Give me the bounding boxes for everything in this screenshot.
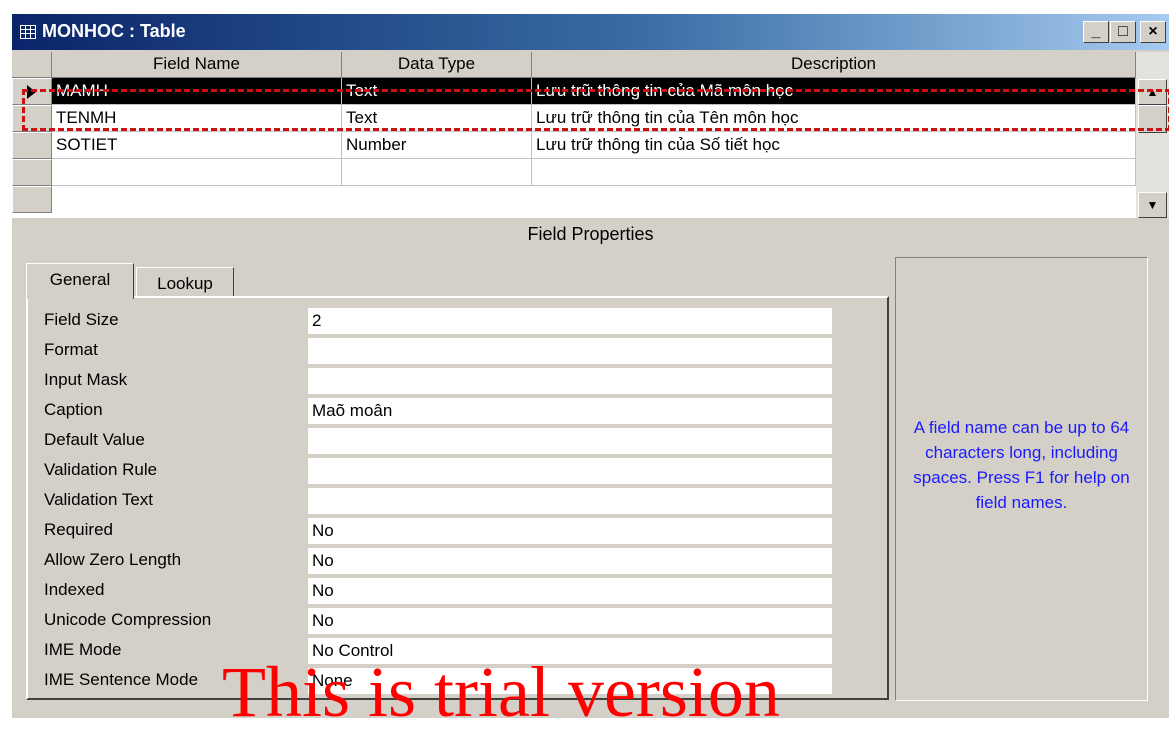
property-label: Validation Rule [44,460,158,479]
description-cell[interactable]: Lưu trữ thông tin của Tên môn học [532,105,1136,132]
column-header-description[interactable]: Description [532,52,1136,78]
property-value-field[interactable] [308,488,832,514]
property-value-field[interactable] [308,338,832,364]
property-row[interactable]: Validation Rule [28,456,832,486]
help-text: A field name can be up to 64 characters … [913,418,1130,512]
property-row[interactable]: Default Value [28,426,832,456]
property-row[interactable]: Indexed No [28,576,832,606]
property-value-field[interactable]: No [308,518,832,544]
corner-header[interactable] [12,52,52,78]
property-label: Unicode Compression [44,610,212,629]
data-type-cell[interactable]: Text [342,105,532,132]
trial-watermark: This is trial version [222,652,780,732]
property-label: Format [44,340,98,359]
minimize-button[interactable]: _ [1083,21,1109,43]
scroll-thumb[interactable] [1138,105,1167,133]
property-value-field[interactable] [308,368,832,394]
property-value-field[interactable]: No [308,548,832,574]
property-label: IME Sentence Mode [44,670,199,689]
property-row[interactable]: Field Size 2 [28,306,832,336]
row-selector[interactable] [12,132,52,159]
property-value-field[interactable]: Maõ moân [308,398,832,424]
property-value-field[interactable]: 2 [308,308,832,334]
window-title: MONHOC : Table [42,21,186,41]
property-value-field[interactable]: No [308,578,832,604]
table-row[interactable] [12,159,1136,186]
property-row[interactable]: Input Mask [28,366,832,396]
description-cell[interactable]: Lưu trữ thông tin của Mã môn học [532,78,1136,105]
row-selector[interactable] [12,186,52,213]
row-selector[interactable] [12,159,52,186]
property-label: Indexed [44,580,105,599]
description-cell[interactable] [532,159,1136,186]
property-row[interactable]: Allow Zero Length No [28,546,832,576]
property-row[interactable]: Format [28,336,832,366]
property-label: Required [44,520,113,539]
field-properties-title: Field Properties [527,224,654,244]
table-row[interactable] [12,186,1136,213]
column-header-data-type[interactable]: Data Type [342,52,532,78]
property-label: Field Size [44,310,119,329]
tab-general[interactable]: General [26,263,134,299]
table-row[interactable]: TENMH Text Lưu trữ thông tin của Tên môn… [12,105,1136,132]
current-row-pointer-icon [27,85,36,99]
data-type-cell[interactable]: Text [342,78,532,105]
help-panel: A field name can be up to 64 characters … [895,257,1148,701]
table-row[interactable]: SOTIET Number Lưu trữ thông tin của Số t… [12,132,1136,159]
table-row[interactable]: MAMH Text Lưu trữ thông tin của Mã môn h… [12,78,1136,105]
data-type-cell[interactable]: Number [342,132,532,159]
property-value-field[interactable] [308,458,832,484]
property-row[interactable]: Validation Text [28,486,832,516]
table-icon [20,25,36,39]
field-name-cell[interactable]: TENMH [52,105,342,132]
description-cell[interactable]: Lưu trữ thông tin của Số tiết học [532,132,1136,159]
close-button[interactable]: × [1140,21,1166,43]
property-value-field[interactable] [308,428,832,454]
scroll-down-button[interactable]: ▼ [1138,192,1167,218]
field-grid: Field Name Data Type Description MAMH Te… [12,52,1169,218]
data-type-cell[interactable] [342,159,532,186]
row-selector[interactable] [12,105,52,132]
table-design-window: MONHOC : Table _ □ × Field Name Data Typ… [12,14,1169,718]
field-name-cell[interactable]: SOTIET [52,132,342,159]
property-label: Validation Text [44,490,153,509]
property-label: Default Value [44,430,145,449]
property-label: Allow Zero Length [44,550,182,569]
property-label: Caption [44,400,103,419]
scroll-up-button[interactable]: ▲ [1138,79,1167,105]
property-value-field[interactable]: No [308,608,832,634]
property-row[interactable]: Caption Maõ moân [28,396,832,426]
property-row[interactable]: Required No [28,516,832,546]
title-bar[interactable]: MONHOC : Table _ □ × [12,14,1169,50]
field-name-cell[interactable] [52,159,342,186]
property-label: Input Mask [44,370,128,389]
grid-vertical-scrollbar[interactable]: ▲ ▼ [1136,52,1169,218]
column-header-field-name[interactable]: Field Name [52,52,342,78]
property-label: IME Mode [44,640,122,659]
maximize-button[interactable]: □ [1110,21,1136,43]
row-selector[interactable] [12,78,52,105]
field-name-cell[interactable]: MAMH [52,78,342,105]
